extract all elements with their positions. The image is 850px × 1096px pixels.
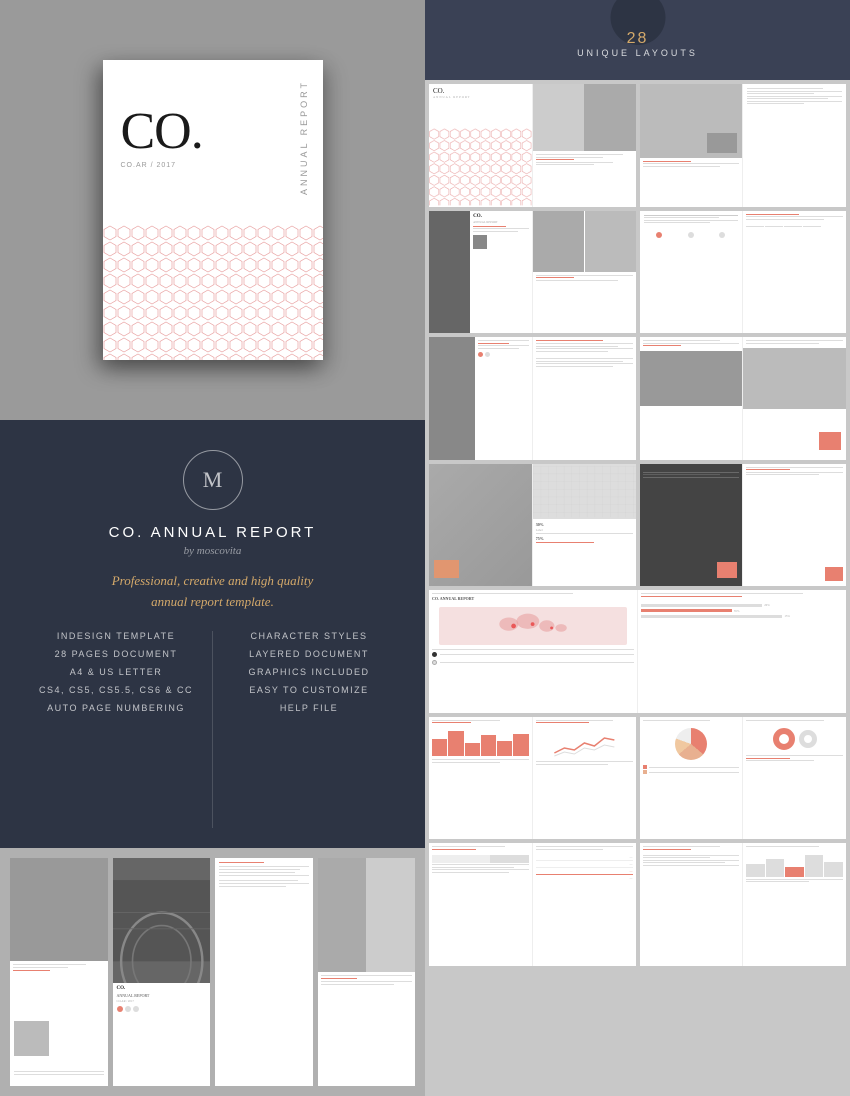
thumb-page <box>640 337 744 460</box>
thumb-page: 20% 35% 15% <box>638 590 846 713</box>
layout-thumb-3: CO. ANNUAL REPORT <box>429 211 636 334</box>
thumb-page <box>640 464 744 587</box>
thumb-page <box>640 211 744 334</box>
thumb-page <box>743 717 846 840</box>
thumb-page <box>533 717 636 840</box>
thumb-page: CO. ANNUAL REPORT <box>429 84 533 207</box>
book-cover-co: CO. <box>121 106 305 158</box>
feature-char-styles: CHARACTER STYLES <box>223 631 395 641</box>
thumb-page <box>429 337 533 460</box>
spread-page-3 <box>215 858 313 1086</box>
layout-thumb-6 <box>640 337 847 460</box>
hexagon-pattern-svg <box>103 225 323 360</box>
layout-thumb-13 <box>640 843 847 966</box>
feature-page-num: AUTO PAGE NUMBERING <box>30 703 202 713</box>
layout-thumb-5 <box>429 337 636 460</box>
layout-thumb-12: — — — — <box>429 843 636 966</box>
thumb-page <box>533 84 636 207</box>
layout-thumb-1: CO. ANNUAL REPORT <box>429 84 636 207</box>
book-cover-top: ANNUAL REPORT CO. CO.AR / 2017 <box>103 60 323 225</box>
right-panel: 28 UNIQUE LAYOUTS CO. ANNUAL REPORT <box>425 0 850 1096</box>
thumb-page <box>743 84 846 207</box>
book-cover: ANNUAL REPORT CO. CO.AR / 2017 <box>103 60 323 360</box>
layouts-grid: CO. ANNUAL REPORT <box>425 80 850 1096</box>
layout-thumb-8 <box>640 464 847 587</box>
layouts-label: UNIQUE LAYOUTS <box>577 48 698 58</box>
layout-thumb-4 <box>640 211 847 334</box>
layout-thumb-11 <box>640 717 847 840</box>
layouts-header: 28 UNIQUE LAYOUTS <box>425 0 850 80</box>
book-cover-year: CO.AR / 2017 <box>121 162 305 169</box>
feature-layered: LAYERED DOCUMENT <box>223 649 395 659</box>
layout-thumb-10 <box>429 717 636 840</box>
spread-page-2: CO. ANNUAL REPORT CO.AR / 2017 <box>113 858 211 1086</box>
thumb-page <box>743 843 846 966</box>
layouts-number: 28 <box>627 30 649 48</box>
info-tagline: Professional, creative and high quality … <box>112 571 314 613</box>
info-section: M CO. ANNUAL REPORT by moscovita Profess… <box>0 420 425 848</box>
feature-size: A4 & US LETTER <box>30 667 202 677</box>
cover-section: ANNUAL REPORT CO. CO.AR / 2017 <box>0 0 425 420</box>
thumb-page <box>743 337 846 460</box>
logo-m: M <box>203 467 223 493</box>
feature-cs: CS4, CS5, CS5.5, CS6 & CC <box>30 685 202 695</box>
book-cover-pattern <box>103 225 323 360</box>
thumb-page <box>429 464 533 587</box>
left-panel: ANNUAL REPORT CO. CO.AR / 2017 <box>0 0 425 1096</box>
thumb-page <box>533 211 636 334</box>
features-col-left: INDESIGN TEMPLATE 28 PAGES DOCUMENT A4 &… <box>30 631 213 828</box>
thumb-page <box>743 464 846 587</box>
thumb-page: 30% Label 75% <box>533 464 636 587</box>
thumb-page: — — — — <box>533 843 636 966</box>
info-features: INDESIGN TEMPLATE 28 PAGES DOCUMENT A4 &… <box>30 631 395 828</box>
spread-page-1 <box>10 858 108 1086</box>
feature-help: HELP FILE <box>223 703 395 713</box>
layout-thumb-9: CO. ANNUAL REPORT <box>429 590 846 713</box>
feature-indesign: INDESIGN TEMPLATE <box>30 631 202 641</box>
book-cover-annual-report: ANNUAL REPORT <box>299 80 309 195</box>
info-by-line: by moscovita <box>184 545 242 557</box>
thumb-page: CO. ANNUAL REPORT <box>429 211 533 334</box>
spread-page-4 <box>318 858 416 1086</box>
thumb-page <box>533 337 636 460</box>
feature-graphics: GRAPHICS INCLUDED <box>223 667 395 677</box>
thumb-page <box>640 843 744 966</box>
thumb-page <box>429 843 533 966</box>
thumb-page <box>743 211 846 334</box>
thumb-page <box>640 717 744 840</box>
thumb-page <box>429 717 533 840</box>
spread-section: CO. ANNUAL REPORT CO.AR / 2017 <box>0 848 425 1096</box>
logo-circle: M <box>183 450 243 510</box>
feature-customize: EASY TO CUSTOMIZE <box>223 685 395 695</box>
thumb-page: CO. ANNUAL REPORT <box>429 590 638 713</box>
layout-thumb-7: 30% Label 75% <box>429 464 636 587</box>
feature-pages: 28 PAGES DOCUMENT <box>30 649 202 659</box>
info-title: CO. ANNUAL REPORT <box>109 524 317 541</box>
thumb-page <box>640 84 744 207</box>
features-col-right: CHARACTER STYLES LAYERED DOCUMENT GRAPHI… <box>213 631 395 828</box>
layout-thumb-2 <box>640 84 847 207</box>
